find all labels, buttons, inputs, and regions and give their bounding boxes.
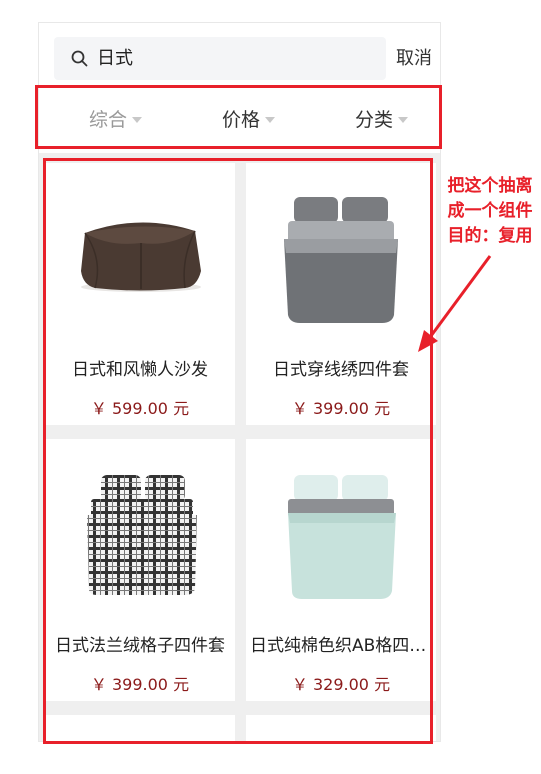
- annotation-arrow-icon: [418, 255, 492, 352]
